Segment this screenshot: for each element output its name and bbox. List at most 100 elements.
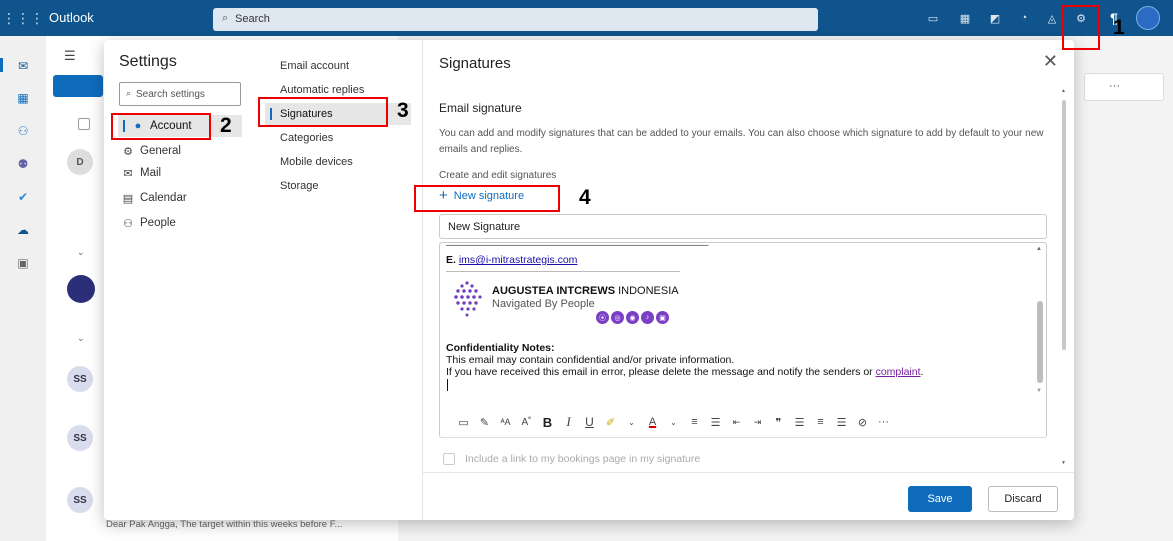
scroll-up-icon[interactable]: ▲ bbox=[1061, 88, 1066, 94]
search-icon: ⌕ bbox=[126, 88, 132, 98]
footer-divider bbox=[422, 472, 1074, 473]
avatar: D bbox=[67, 149, 93, 175]
message-preview[interactable]: Dear Pak Angga, The target within this w… bbox=[106, 519, 342, 530]
font-size-decrease-icon[interactable]: ᴬA bbox=[496, 413, 515, 431]
numbering-icon[interactable]: ☰ bbox=[706, 413, 725, 431]
highlight-icon[interactable]: ✐ bbox=[601, 413, 620, 431]
decrease-indent-icon[interactable]: ⇤ bbox=[727, 413, 746, 431]
groups-rail-icon[interactable]: ⚉ bbox=[15, 157, 31, 171]
italic-icon[interactable]: I bbox=[559, 413, 578, 431]
calendar-rail-icon[interactable]: ▦ bbox=[15, 91, 31, 105]
conf-line-2-text: If you have received this email in error… bbox=[446, 366, 876, 378]
text-cursor bbox=[447, 379, 448, 391]
subnav-storage[interactable]: Storage bbox=[280, 175, 319, 197]
chevron-down-icon[interactable]: ⌄ bbox=[664, 413, 683, 431]
settings-search-placeholder: Search settings bbox=[136, 89, 205, 100]
email-prefix: E. bbox=[446, 254, 456, 266]
complaint-link[interactable]: complaint bbox=[876, 366, 921, 378]
scroll-thumb[interactable] bbox=[1062, 100, 1066, 350]
scroll-down-icon[interactable]: ▼ bbox=[1061, 460, 1066, 466]
whiteboard-icon[interactable]: ◩ bbox=[987, 10, 1003, 26]
save-button[interactable]: Save bbox=[908, 486, 972, 512]
font-color-icon[interactable]: A bbox=[643, 413, 662, 431]
notification-icon[interactable]: ◔ bbox=[1016, 10, 1032, 26]
people-rail-icon[interactable]: ⚇ bbox=[15, 124, 31, 138]
more-options-icon[interactable]: ··· bbox=[874, 413, 893, 431]
profile-avatar[interactable] bbox=[1136, 6, 1160, 30]
settings-search-input[interactable]: ⌕ Search settings bbox=[119, 82, 241, 106]
todo-rail-icon[interactable]: ✔ bbox=[15, 190, 31, 204]
new-mail-button[interactable] bbox=[53, 75, 103, 97]
chevron-down-icon[interactable]: ⌄ bbox=[622, 413, 641, 431]
excel-icon[interactable]: ▦ bbox=[957, 10, 973, 26]
highlight-box-settings bbox=[1062, 5, 1100, 50]
bullets-icon[interactable]: ≡ bbox=[685, 413, 704, 431]
font-size-increase-icon[interactable]: A˚ bbox=[517, 413, 536, 431]
align-left-icon[interactable]: ☰ bbox=[790, 413, 809, 431]
step-number-3: 3 bbox=[397, 99, 409, 122]
signature-editor[interactable]: ————————————————————————— E. ims@i-mitra… bbox=[439, 242, 1047, 438]
editor-scrollbar[interactable]: ▲ ▼ bbox=[1036, 246, 1044, 396]
select-all-checkbox[interactable] bbox=[78, 118, 90, 130]
email-link[interactable]: ims@i-mitrastrategis.com bbox=[459, 254, 578, 266]
link-icon[interactable]: ⊘ bbox=[853, 413, 872, 431]
app-name[interactable]: Outlook bbox=[49, 10, 94, 25]
settings-nav: Settings ⌕ Search settings ● Account ⚙ G… bbox=[104, 40, 254, 520]
subnav-categories[interactable]: Categories bbox=[280, 127, 333, 149]
onedrive-rail-icon[interactable]: ☁ bbox=[15, 223, 31, 237]
more-icon[interactable]: ··· bbox=[1109, 80, 1120, 92]
website-icon[interactable]: ◎ bbox=[611, 311, 624, 324]
align-center-icon[interactable]: ≡ bbox=[811, 413, 830, 431]
chevron-down-icon[interactable]: ⌄ bbox=[77, 247, 85, 258]
subnav-email-account[interactable]: Email account bbox=[280, 55, 349, 77]
insert-image-icon[interactable]: ▭ bbox=[454, 413, 473, 431]
company-rest: INDONESIA bbox=[615, 285, 679, 297]
conf-line-2-end: . bbox=[920, 366, 924, 378]
tiktok-icon[interactable]: ♪ bbox=[641, 311, 654, 324]
gear-icon: ⚙ bbox=[123, 145, 133, 158]
settings-nav-people[interactable]: ⚇ People bbox=[118, 212, 242, 234]
close-icon[interactable]: ✕ bbox=[1043, 51, 1058, 72]
align-right-icon[interactable]: ☰ bbox=[832, 413, 851, 431]
app-launcher-icon[interactable]: ⋮⋮⋮ bbox=[2, 4, 44, 32]
subnav-mobile-devices[interactable]: Mobile devices bbox=[280, 151, 353, 173]
email-line: E. ims@i-mitrastrategis.com bbox=[446, 254, 577, 266]
apps-rail-icon[interactable]: ▣ bbox=[15, 256, 31, 270]
signature-name-input[interactable]: New Signature bbox=[439, 214, 1047, 239]
quote-icon[interactable]: ❞ bbox=[769, 413, 788, 431]
meet-now-icon[interactable]: ▭ bbox=[925, 10, 941, 26]
settings-nav-calendar[interactable]: ▤ Calendar bbox=[118, 187, 242, 209]
search-box[interactable]: ⌕ Search bbox=[213, 8, 818, 31]
location-icon[interactable]: ⦿ bbox=[596, 311, 609, 324]
mail-rail-icon[interactable]: ✉ bbox=[15, 59, 31, 73]
instagram-icon[interactable]: ◉ bbox=[626, 311, 639, 324]
increase-indent-icon[interactable]: ⇥ bbox=[748, 413, 767, 431]
discard-button[interactable]: Discard bbox=[988, 486, 1058, 512]
signature-content[interactable]: ————————————————————————— E. ims@i-mitra… bbox=[446, 243, 1031, 393]
chevron-down-icon[interactable]: ⌄ bbox=[77, 333, 85, 344]
scroll-down-icon[interactable]: ▼ bbox=[1036, 388, 1042, 394]
underline-icon[interactable]: U bbox=[580, 413, 599, 431]
megaphone-icon[interactable]: ◬ bbox=[1044, 10, 1060, 26]
top-bar: ⋮⋮⋮ Outlook ⌕ Search ▭ ▦ ◩ ◔ ◬ ⚙ ¶ bbox=[0, 0, 1173, 36]
company-tagline: Navigated By People bbox=[492, 298, 595, 310]
nav-label: Mail bbox=[140, 167, 162, 179]
linkedin-icon[interactable]: ▣ bbox=[656, 311, 669, 324]
bookings-checkbox-row[interactable]: Include a link to my bookings page in my… bbox=[443, 453, 700, 465]
panel-scrollbar[interactable]: ▲ ▼ bbox=[1061, 88, 1068, 468]
confidentiality-line-2: If you have received this email in error… bbox=[446, 366, 923, 378]
settings-nav-mail[interactable]: ✉ Mail bbox=[118, 162, 242, 184]
bold-icon[interactable]: B bbox=[538, 413, 557, 431]
scroll-thumb[interactable] bbox=[1037, 301, 1043, 383]
confidentiality-heading: Confidentiality Notes: bbox=[446, 342, 555, 354]
settings-nav-general[interactable]: ⚙ General bbox=[118, 140, 242, 162]
signatures-panel: Signatures ✕ Email signature You can add… bbox=[422, 40, 1074, 520]
hamburger-icon[interactable]: ☰ bbox=[64, 48, 76, 64]
scroll-up-icon[interactable]: ▲ bbox=[1036, 246, 1042, 252]
format-painter-icon[interactable]: ✎ bbox=[475, 413, 494, 431]
right-toolbar-ghost: ··· bbox=[1084, 73, 1164, 101]
confidentiality-line-1: This email may contain confidential and/… bbox=[446, 354, 735, 366]
bookings-checkbox[interactable] bbox=[443, 453, 455, 465]
avatar: SS bbox=[67, 366, 93, 392]
highlight-box-signatures bbox=[258, 97, 388, 127]
